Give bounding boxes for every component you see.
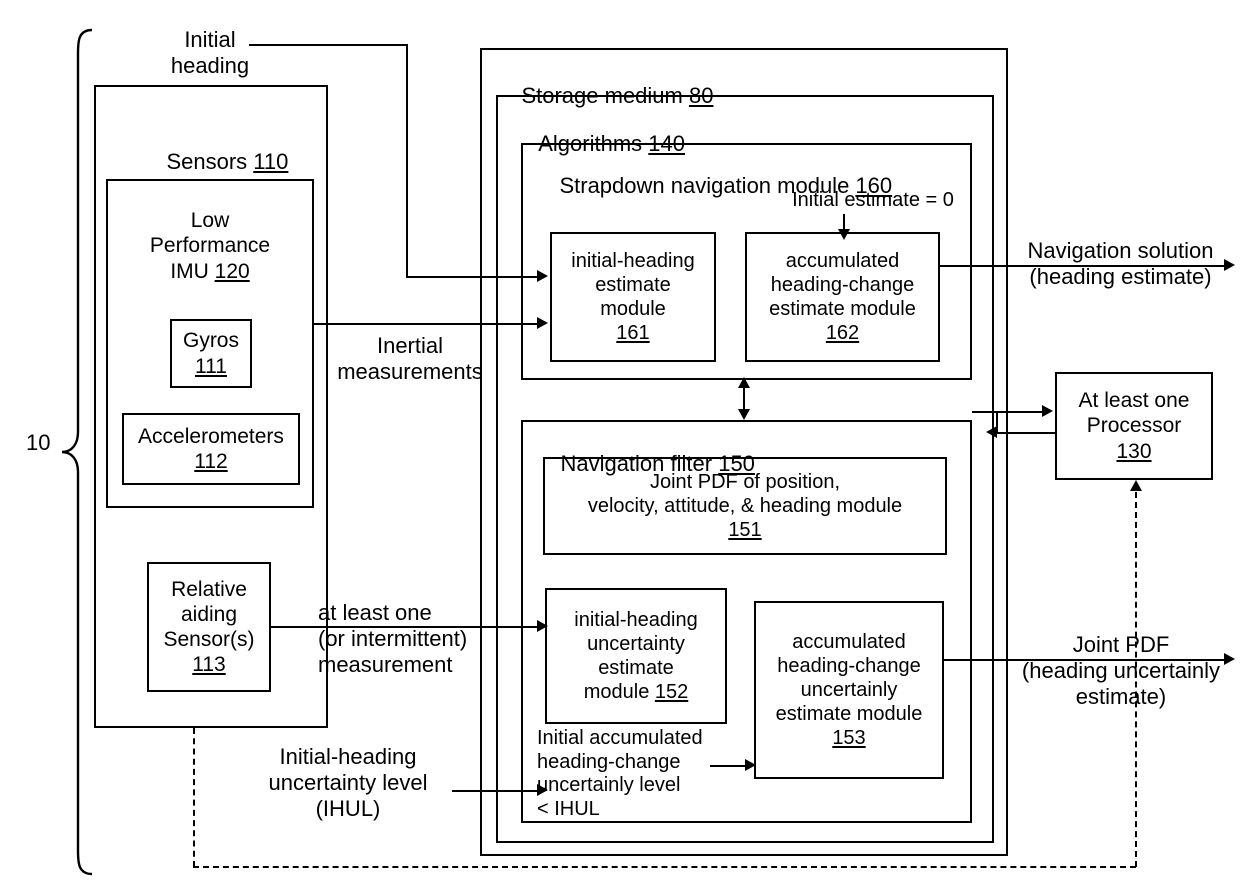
- module-152-ref: 152: [654, 681, 689, 703]
- module-161-label-text: initial-heading estimate module: [571, 250, 695, 320]
- inertial-measurements-line-a: [314, 323, 354, 325]
- feedback-arrowhead-into-processor: [1130, 480, 1142, 491]
- ihul-label: Initial-heading uncertainty level (IHUL): [268, 744, 428, 821]
- inertial-measurements-line-b: [352, 323, 539, 325]
- accelerometers-label-text: Accelerometers: [138, 424, 284, 448]
- module-162-ref: 162: [825, 322, 860, 344]
- system-brace: [61, 28, 93, 876]
- module-151-ref: 151: [728, 519, 762, 541]
- patent-figure-canvas: 10 Sensors 110 Low Performance IMU 120 G…: [0, 0, 1240, 882]
- imu-label-text: Low Performance IMU: [149, 209, 271, 283]
- accelerometers-ref: 112: [194, 450, 228, 473]
- module-152-label: initial-heading uncertainty estimate mod…: [545, 588, 727, 724]
- module-153-ref: 153: [832, 727, 866, 749]
- module-161-label: initial-heading estimate module 161: [550, 232, 716, 362]
- processor-label-text: At least one Processor: [1078, 389, 1190, 438]
- feedback-line-bottom: [193, 866, 1136, 868]
- navigation-solution-line: [940, 265, 1227, 267]
- gyros-label: Gyros 111: [170, 319, 252, 388]
- inertial-measurements-arrowhead: [537, 317, 548, 329]
- ihul-line: [452, 790, 539, 792]
- at-least-one-measurement-line: [271, 626, 539, 628]
- processor-ref: 130: [1116, 439, 1152, 463]
- at-least-one-measurement-arrowhead: [537, 620, 548, 632]
- gyros-label-text: Gyros: [182, 329, 239, 353]
- feedback-line-vertical-right: [1135, 492, 1137, 867]
- navfilter-to-processor-line: [972, 411, 1044, 413]
- module-162-label-text: accumulated heading-change estimate modu…: [769, 250, 916, 320]
- relative-aiding-sensors-label: Relative aiding Sensor(s) 113: [147, 562, 271, 692]
- module-153-label-text: accumulated heading-change uncertainly e…: [775, 631, 923, 725]
- initial-heading-line-vert: [406, 44, 408, 276]
- processor-to-navfilter-vert: [996, 412, 998, 433]
- nav-filter-internal-note: Initial accumulated heading-change uncer…: [537, 727, 703, 820]
- relative-aiding-ref: 113: [192, 653, 226, 677]
- relative-aiding-label-text: Relative aiding Sensor(s): [163, 577, 255, 651]
- processor-label: At least one Processor 130: [1055, 372, 1213, 480]
- at-least-one-measurement-label: at least one (or intermittent) measureme…: [318, 600, 468, 677]
- joint-pdf-out-line: [944, 659, 1227, 661]
- sensors-title-text: Sensors: [166, 149, 254, 175]
- module-151-label-text: Joint PDF of position, velocity, attitud…: [587, 471, 903, 517]
- system-ref-10: 10: [26, 430, 51, 455]
- joint-pdf-out-arrowhead: [1224, 653, 1235, 665]
- gyros-ref: 111: [195, 354, 227, 378]
- navfilter-to-processor-arrowhead: [1042, 405, 1053, 417]
- initial-estimate-note: Initial estimate = 0: [792, 189, 954, 211]
- internal-note-arrow-line: [710, 765, 748, 767]
- imu-label: Low Performance IMU 120: [110, 205, 310, 287]
- feedback-line-vertical-left: [193, 728, 195, 867]
- accelerometers-label: Accelerometers 112: [122, 413, 300, 485]
- initial-heading-line-top: [249, 44, 407, 46]
- joint-pdf-out-label: Joint PDF (heading uncertainly estimate): [1021, 632, 1221, 709]
- processor-to-navfilter-line: [995, 432, 1055, 434]
- ihul-arrowhead: [537, 784, 548, 796]
- module-162-label: accumulated heading-change estimate modu…: [745, 232, 940, 362]
- module-153-label: accumulated heading-change uncertainly e…: [754, 601, 944, 779]
- initial-heading-line-into-161: [406, 276, 539, 278]
- module-151-label: Joint PDF of position, velocity, attitud…: [543, 457, 947, 555]
- initial-heading-arrowhead: [537, 270, 548, 282]
- strapdown-navfilter-arrow-up: [738, 377, 750, 388]
- navigation-solution-label: Navigation solution (heading estimate): [1027, 238, 1214, 289]
- inertial-measurements-label: Inertial measurements: [337, 333, 483, 384]
- imu-ref: 120: [214, 259, 250, 283]
- initial-heading-label: Initial heading: [170, 27, 250, 78]
- strapdown-navfilter-arrow-down: [738, 409, 750, 420]
- sensors-title-ref: 110: [253, 149, 289, 175]
- navigation-solution-arrowhead: [1224, 259, 1235, 271]
- module-161-ref: 161: [616, 322, 650, 344]
